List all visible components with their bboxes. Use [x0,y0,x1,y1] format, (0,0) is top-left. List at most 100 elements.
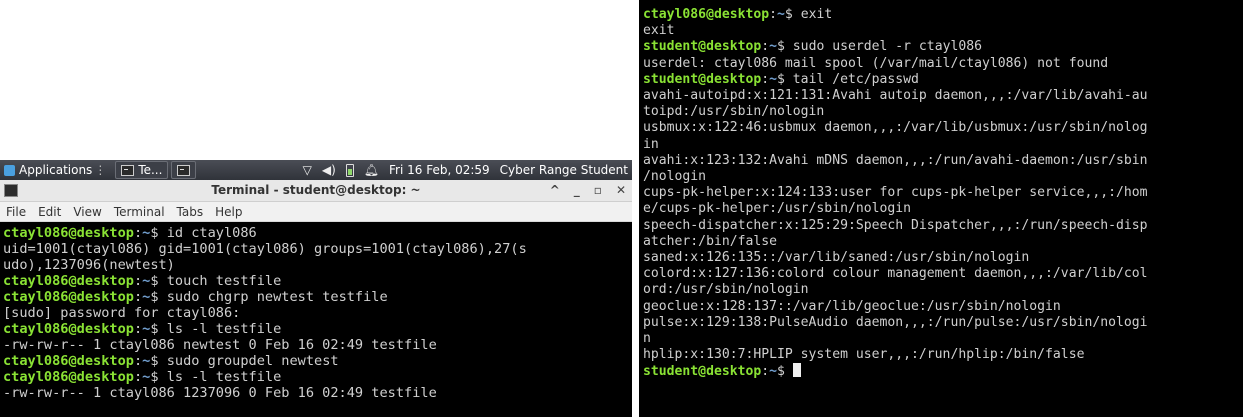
output-line: in [643,136,659,152]
prompt-line: ctayl086@desktop:~$ ls -l testfile [3,321,629,337]
prompt-separator: : [761,364,770,380]
output-line: speech-dispatcher:x:125:29:Speech Dispat… [643,217,1148,233]
command-text: $ touch testfile [150,273,282,289]
applications-logo-icon [4,164,15,176]
prompt-user: ctayl086@desktop [3,289,134,305]
prompt-line: ctayl086@desktop:~$ sudo groupdel newtes… [3,353,629,369]
prompt-line: student@desktop:~$ sudo userdel -r ctayl… [643,39,1239,55]
output-line: exit [643,23,675,39]
prompt-user: ctayl086@desktop [3,369,134,385]
output-line: /nologin [643,169,707,185]
prompt-separator: : [133,369,143,385]
command-text: $ tail /etc/passwd [777,71,919,87]
prompt-separator: : [133,321,143,337]
terminal-icon [121,164,135,176]
notification-bell-icon[interactable]: 🔔︎ [364,163,379,177]
prompt-line: student@desktop:~$ tail /etc/passwd [643,72,1239,88]
prompt-path: ~ [777,7,785,22]
prompt-user: ctayl086@desktop [643,7,770,22]
output-line: usbmux:x:122:46:usbmux daemon,,,:/var/li… [643,120,1148,136]
output-line: cups-pk-helper:x:124:133:user for cups-p… [643,185,1148,201]
prompt-line: ctayl086@desktop:~$ sudo chgrp newtest t… [3,289,629,305]
output-line: geoclue:x:128:137::/var/lib/geoclue:/usr… [643,298,1061,314]
network-icon[interactable]: ▽ [303,163,312,177]
prompt-path: ~ [769,364,778,380]
taskbar-item-terminal[interactable]: Te... [115,161,169,179]
taskbar: Applications ⋮ Te... ▽ ◀) 🔔︎ Fri 16 Feb,… [0,160,632,180]
output-line: -rw-rw-r-- 1 ctayl086 newtest 0 Feb 16 0… [3,337,437,353]
prompt-user: student@desktop [643,39,762,55]
taskbar-item-label: Te... [138,163,163,177]
taskbar-item-terminal-2[interactable] [171,161,197,179]
menu-file[interactable]: File [6,205,26,219]
output-line: avahi:x:123:132:Avahi mDNS daemon,,,:/ru… [643,152,1148,168]
separator: ⋮ [94,163,107,177]
prompt-line: student@desktop:~$ [643,363,1239,380]
right-terminal-window: ctayl086@desktop:~$ exit exit student@desk… [639,0,1243,417]
clock[interactable]: Fri 16 Feb, 02:59 [389,163,490,177]
menu-edit[interactable]: Edit [38,205,61,219]
prompt-user: ctayl086@desktop [3,353,134,369]
command-text: $ sudo userdel -r ctayl086 [777,39,982,55]
output-line: uid=1001(ctayl086) gid=1001(ctayl086) gr… [3,241,527,257]
terminal-window-icon [4,184,18,197]
prompt-separator: : [133,273,143,289]
system-tray: ▽ ◀) 🔔︎ Fri 16 Feb, 02:59 Cyber Range St… [303,160,628,180]
prompt-line: ctayl086@desktop:~$ touch testfile [3,273,629,289]
prompt-separator: : [133,225,143,241]
applications-menu-button[interactable]: Applications ⋮ [0,160,112,180]
output-line: avahi-autoipd:x:121:131:Avahi autoip dae… [643,88,1148,104]
left-terminal-window: Applications ⋮ Te... ▽ ◀) 🔔︎ Fri 16 Feb,… [0,160,632,417]
output-line: [sudo] password for ctayl086: [3,305,241,321]
prompt-user: ctayl086@desktop [3,321,134,337]
menu-view[interactable]: View [73,205,101,219]
prompt-separator: : [769,7,778,22]
terminal-icon [177,164,191,176]
menubar: File Edit View Terminal Tabs Help [0,202,632,222]
shade-button[interactable]: ^ [550,180,560,201]
output-line: ord:/usr/sbin/nologin [643,282,809,298]
window-title: Terminal - student@desktop: ~ [211,183,421,197]
terminal-output[interactable]: ctayl086@desktop:~$ id ctayl086 uid=1001(… [0,222,632,401]
output-line: hplip:x:130:7:HPLIP system user,,,:/run/… [643,347,1085,363]
prompt-line: ctayl086@desktop:~$ id ctayl086 [3,225,629,241]
prompt-path: ~ [769,39,778,55]
battery-icon[interactable] [345,163,354,177]
text-cursor [792,363,801,378]
prompt-separator: : [761,71,770,87]
command-text: $ sudo chgrp newtest testfile [150,289,388,305]
applications-label: Applications [19,163,93,177]
command-text: $ sudo groupdel newtest [150,353,339,369]
prompt-user: ctayl086@desktop [3,225,134,241]
minimize-button[interactable]: _ [574,180,580,201]
menu-terminal[interactable]: Terminal [114,205,165,219]
output-line: n [643,331,651,347]
prompt-line: ctayl086@desktop:~$ exit [643,7,1239,23]
menu-help[interactable]: Help [215,205,242,219]
close-button[interactable]: ✕ [616,180,626,201]
output-line: -rw-rw-r-- 1 ctayl086 1237096 0 Feb 16 0… [3,385,437,401]
command-text: $ [777,364,793,380]
prompt-user: ctayl086@desktop [3,273,134,289]
output-line: e/cups-pk-helper:/usr/sbin/nologin [643,201,912,217]
terminal-output[interactable]: ctayl086@desktop:~$ exit exit student@desk… [639,0,1243,381]
maximize-button[interactable]: ▫ [594,180,602,201]
command-text: $ exit [784,7,833,22]
output-line: atcher:/bin/false [643,233,778,249]
window-titlebar[interactable]: Terminal - student@desktop: ~ ^ _ ▫ ✕ [0,180,632,202]
command-text: $ id ctayl086 [150,225,257,241]
prompt-line: ctayl086@desktop:~$ ls -l testfile [3,369,629,385]
prompt-separator: : [761,39,770,55]
prompt-path: ~ [769,71,778,87]
output-line: userdel: ctayl086 mail spool (/var/mail/… [643,55,1109,71]
prompt-user: student@desktop [643,71,762,87]
volume-icon[interactable]: ◀) [322,163,336,177]
menu-tabs[interactable]: Tabs [177,205,204,219]
output-line: saned:x:126:135::/var/lib/saned:/usr/sbi… [643,250,1030,266]
command-text: $ ls -l testfile [150,321,282,337]
user-menu[interactable]: Cyber Range Student [500,163,628,177]
output-line: colord:x:127:136:colord colour managemen… [643,266,1148,282]
prompt-separator: : [133,353,143,369]
output-line: toipd:/usr/sbin/nologin [643,104,825,120]
output-line: pulse:x:129:138:PulseAudio daemon,,,:/ru… [643,314,1148,330]
